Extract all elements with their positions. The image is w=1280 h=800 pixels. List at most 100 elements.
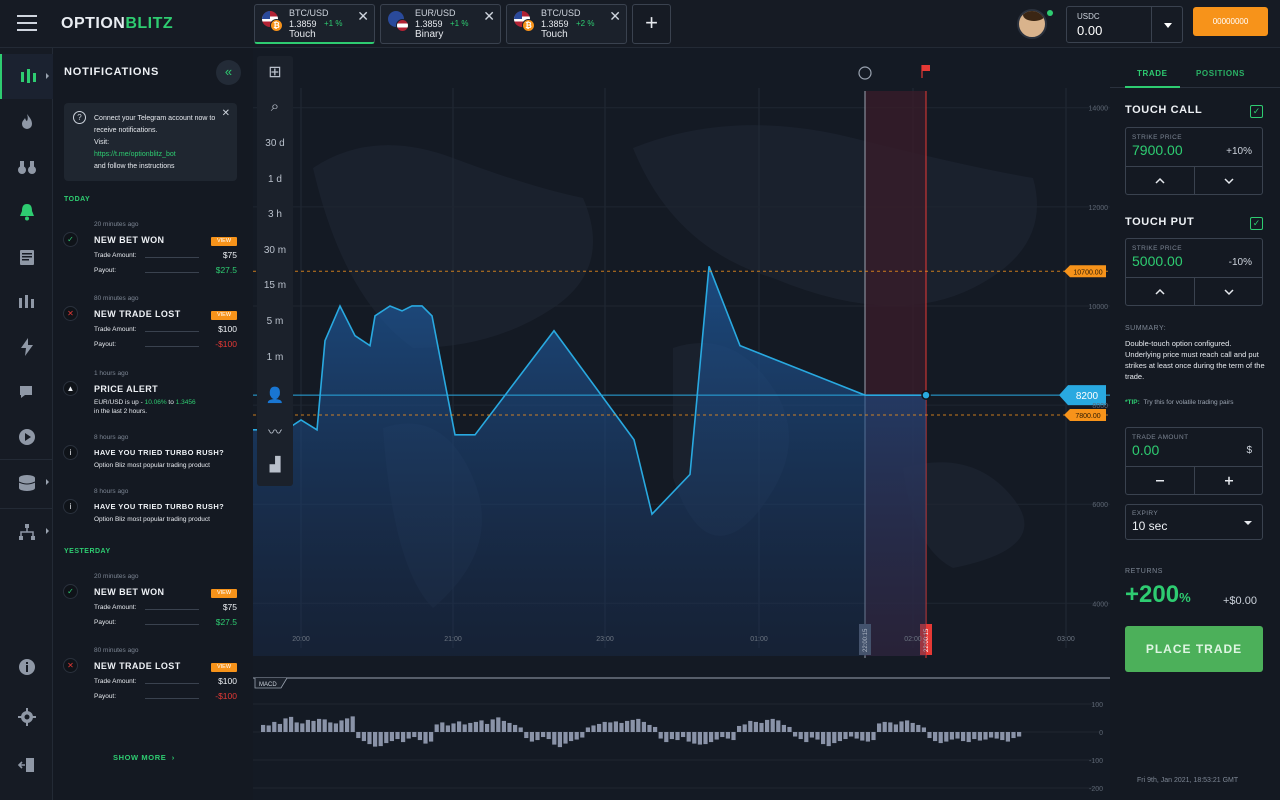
amount-input[interactable]: 0.00: [1132, 442, 1159, 458]
balance-selector[interactable]: USDC 0.00: [1066, 6, 1183, 43]
bar-chart-icon[interactable]: ▟: [257, 456, 293, 473]
macd-bar: [709, 732, 714, 743]
strike-value[interactable]: 7900.00: [1132, 142, 1183, 158]
payout-label: Payout:: [94, 619, 117, 626]
cross-icon: ✕: [63, 658, 78, 673]
nav-chat[interactable]: [0, 369, 53, 414]
amount-label: Trade Amount:: [94, 604, 137, 611]
menu-icon[interactable]: [17, 15, 37, 31]
macd-bar: [289, 716, 294, 732]
increase-button[interactable]: [1126, 278, 1194, 306]
nav-turbo[interactable]: [0, 324, 53, 369]
payout-value: $27.5: [215, 265, 237, 275]
nav-notifications[interactable]: [0, 189, 53, 234]
nav-network[interactable]: [0, 508, 53, 553]
timeframe-15m[interactable]: 15 m: [257, 280, 293, 291]
timeframe-1d[interactable]: 1 d: [257, 174, 293, 185]
plus-button[interactable]: [1194, 467, 1262, 495]
timeframe-1m[interactable]: 1 m: [257, 352, 293, 363]
asset-tab-1[interactable]: ₿ BTC/USD 1.3859 +1 % Touch ✕: [254, 4, 375, 44]
decrease-button[interactable]: [1194, 278, 1262, 306]
add-tab-button[interactable]: +: [632, 4, 671, 44]
chart-area[interactable]: 22:00:1522:00:15 820010700.007800.00 20:…: [253, 48, 1110, 800]
price-chart[interactable]: 22:00:1522:00:15 820010700.007800.00 20:…: [253, 48, 1110, 800]
timeframe-3h[interactable]: 3 h: [257, 209, 293, 220]
show-more-link[interactable]: SHOW MORE ›: [113, 753, 175, 762]
macd-bar: [832, 732, 837, 744]
y-tick-label: 10000: [1089, 304, 1109, 311]
view-button[interactable]: VIEW: [211, 237, 237, 246]
alert-text: to: [166, 399, 176, 406]
timeframe-30m[interactable]: 30 m: [257, 245, 293, 256]
expiry-select[interactable]: EXPIRY 10 sec: [1125, 504, 1263, 540]
logo[interactable]: OPTIONBLITZ: [61, 15, 173, 33]
macd-bar: [378, 732, 383, 747]
nav-trading[interactable]: [0, 54, 53, 99]
tab-trade[interactable]: TRADE: [1137, 69, 1168, 78]
notification-title: NEW BET WON: [94, 587, 165, 597]
minus-icon: [1156, 480, 1164, 482]
macd-bar: [933, 732, 938, 742]
crosshair-icon[interactable]: ⊞: [257, 62, 293, 82]
strike-tag-label: 7800.00: [1075, 413, 1100, 420]
strike-value[interactable]: 5000.00: [1132, 253, 1183, 269]
close-icon[interactable]: ✕: [357, 8, 369, 25]
decrease-button[interactable]: [1194, 167, 1262, 195]
strike-percent: +10%: [1226, 146, 1252, 157]
macd-bar: [686, 732, 691, 742]
asset-type: Touch: [289, 29, 316, 40]
view-button[interactable]: VIEW: [211, 311, 237, 320]
returns-percent-sign: %: [1179, 590, 1191, 605]
minus-button[interactable]: [1126, 467, 1194, 495]
nav-video[interactable]: [0, 414, 53, 459]
macd-bar: [356, 732, 361, 739]
collapse-button[interactable]: «: [216, 60, 241, 85]
nav-hot[interactable]: [0, 99, 53, 144]
info-icon: i: [63, 499, 78, 514]
nav-info[interactable]: [0, 644, 53, 689]
timeframe-30d[interactable]: 30 d: [257, 138, 293, 149]
asset-tab-3[interactable]: ₿ BTC/USD 1.3859 +2 % Touch ✕: [506, 4, 627, 44]
add-user-icon[interactable]: 👤: [257, 386, 293, 404]
plus-icon: [1225, 476, 1233, 485]
macd-bar: [759, 722, 764, 732]
macd-bar: [585, 727, 590, 732]
nav-watch[interactable]: [0, 144, 53, 189]
tab-positions[interactable]: POSITIONS: [1196, 69, 1245, 78]
nav-staking[interactable]: [0, 459, 53, 504]
increase-button[interactable]: [1126, 167, 1194, 195]
touch-put-checkbox[interactable]: ✓: [1250, 217, 1263, 230]
macd-bar: [653, 726, 658, 732]
nav-news[interactable]: [0, 234, 53, 279]
view-button[interactable]: VIEW: [211, 663, 237, 672]
touch-call-checkbox[interactable]: ✓: [1250, 105, 1263, 118]
macd-bar: [311, 720, 316, 732]
macd-bar: [910, 722, 915, 732]
telegram-link[interactable]: https://t.me/optionblitz_bot: [94, 149, 216, 161]
place-trade-button[interactable]: PLACE TRADE: [1125, 626, 1263, 672]
indicator-icon[interactable]: 〰: [257, 422, 293, 442]
zoom-icon[interactable]: ⌕: [257, 98, 293, 115]
macd-bar: [725, 732, 730, 739]
view-button[interactable]: VIEW: [211, 589, 237, 598]
divider: [145, 683, 199, 684]
divider: [145, 346, 199, 347]
trade-amount-field: TRADE AMOUNT 0.00 $: [1125, 427, 1263, 495]
nav-charts[interactable]: [0, 279, 53, 324]
tip-label: *TIP:: [1125, 399, 1140, 406]
chevron-down-icon[interactable]: [1151, 7, 1183, 42]
timeframe-5m[interactable]: 5 m: [257, 316, 293, 327]
asset-tab-2[interactable]: EUR/USD 1.3859 +1 % Binary ✕: [380, 4, 501, 44]
asset-change: +1 %: [450, 19, 469, 28]
macd-bar: [916, 724, 921, 732]
close-icon[interactable]: ✕: [483, 8, 495, 25]
macd-bar: [737, 725, 742, 732]
macd-bar: [322, 719, 327, 732]
macd-bar: [983, 732, 988, 740]
avatar[interactable]: [1017, 9, 1047, 39]
close-icon[interactable]: ✕: [609, 8, 621, 25]
nav-logout[interactable]: [0, 742, 53, 787]
deposit-button[interactable]: 00000000: [1193, 7, 1268, 36]
nav-settings[interactable]: [0, 694, 53, 739]
close-icon[interactable]: ✕: [222, 108, 230, 119]
